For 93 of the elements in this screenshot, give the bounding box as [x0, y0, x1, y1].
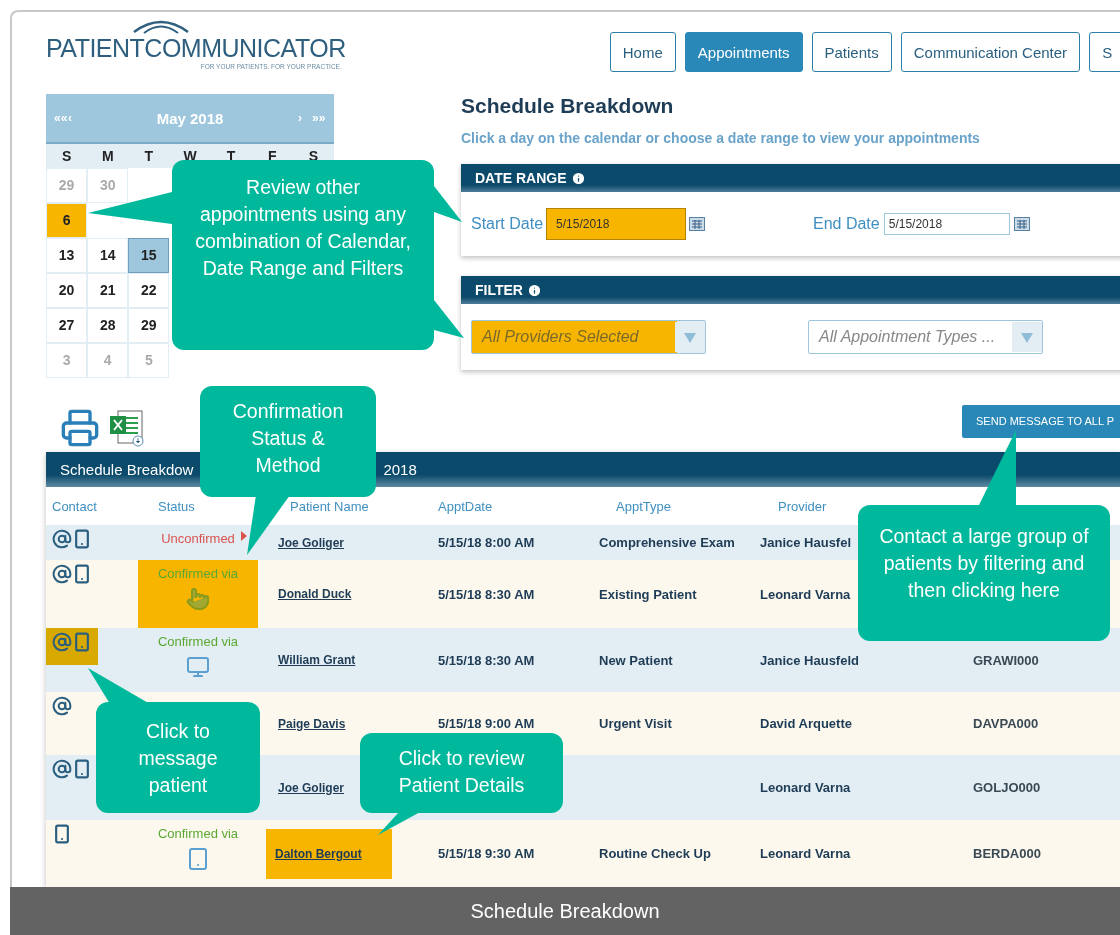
panel-title: FILTER: [475, 282, 523, 299]
callout-text: Click to review Patient Details: [397, 746, 526, 798]
table-cell-text: 5/15/18 8:30 AM: [437, 586, 536, 602]
phone-icon[interactable]: [72, 529, 92, 549]
calendar-icon[interactable]: [689, 217, 706, 232]
callout-text: Contact a large group of patients by filtering and then clicking here: [878, 524, 1090, 603]
table-cell-text: Janice Hausfeld: [759, 652, 860, 668]
calendar-day[interactable]: 15: [128, 238, 170, 274]
highlighted-contact-cell[interactable]: [46, 628, 98, 665]
email-icon[interactable]: [52, 696, 72, 716]
email-icon[interactable]: [52, 759, 72, 779]
table-cell: GRAWI000: [973, 652, 1039, 668]
calendar-icon[interactable]: [1013, 217, 1030, 232]
patient-name-link[interactable]: Dalton Bergout: [266, 828, 392, 879]
table-cell-text: Routine Check Up: [598, 846, 712, 861]
table-cell-text: Existing Patient: [598, 586, 698, 602]
weekday-label: S: [46, 144, 88, 169]
weekday-label: M: [87, 144, 129, 169]
patient-name-link[interactable]: Donald Duck: [266, 587, 352, 601]
calendar-day[interactable]: 20: [46, 273, 88, 309]
nav-button[interactable]: Home: [609, 32, 676, 72]
phone-icon[interactable]: [52, 824, 72, 844]
table-cell-text: Comprehensive Exam: [598, 535, 736, 550]
column-header[interactable]: ApptType: [616, 498, 671, 514]
nav-button[interactable]: S: [1089, 32, 1120, 72]
table-cell: GOLJO000: [973, 780, 1041, 795]
nav-button[interactable]: Patients: [811, 32, 892, 72]
monitor-icon: [186, 655, 210, 679]
calendar-month: May 2018: [155, 109, 225, 127]
caption-text: Schedule Breakdown: [470, 899, 660, 923]
calendar-day[interactable]: 14: [87, 238, 129, 274]
calendar-day[interactable]: 6: [46, 203, 88, 239]
calendar-day[interactable]: 27: [46, 308, 88, 344]
callout-text: Click to message patient: [137, 719, 219, 798]
calendar-day[interactable]: 13: [46, 238, 88, 274]
table-cell: DAVPA000: [973, 716, 1039, 731]
logo-wordmark: PATIENTCOMMUNICATOR: [46, 34, 346, 63]
table-cell-text: 5/15/18 9:30 AM: [437, 846, 536, 861]
phone-icon[interactable]: [72, 759, 92, 779]
table-cell-text: Leonard Varna: [759, 586, 852, 602]
phone-icon[interactable]: [72, 564, 92, 584]
page-heading: Schedule Breakdown: [461, 94, 675, 119]
table-cell-text: Leonard Varna: [759, 846, 852, 861]
page-subtitle: Click a day on the calendar or choose a date range to view your appointments: [461, 130, 981, 147]
column-header[interactable]: Patient Name: [290, 498, 369, 514]
table-cell-text: 5/15/18 8:00 AM: [437, 535, 536, 550]
patient-name-link[interactable]: William Grant: [266, 653, 356, 667]
tablet-icon: [186, 847, 210, 871]
status-text: Confirmed via: [157, 826, 239, 841]
field-label: Start Date: [471, 215, 544, 234]
table-cell-text: 5/15/18 8:30 AM: [437, 652, 536, 668]
callout-text: Confirmation Status & Method: [231, 399, 345, 478]
patient-name-link[interactable]: Paige Davis: [266, 716, 346, 731]
calendar-day[interactable]: 28: [87, 308, 129, 344]
excel-export-icon[interactable]: [108, 409, 146, 448]
email-icon[interactable]: [52, 564, 72, 584]
column-header[interactable]: Contact: [52, 498, 97, 514]
table-cell: BERDA000: [973, 846, 1041, 861]
patient-name-link[interactable]: Joe Goliger: [266, 780, 345, 795]
send-message-button[interactable]: SEND MESSAGE TO ALL P: [962, 404, 1120, 438]
column-header[interactable]: Status: [158, 498, 195, 514]
table-cell-text: Urgent Visit: [598, 716, 673, 731]
email-icon[interactable]: [52, 632, 72, 652]
phone-icon[interactable]: [72, 632, 92, 652]
hand-tap-icon: [186, 587, 210, 611]
column-header[interactable]: ApptDate: [438, 498, 493, 514]
table-cell-text: 5/15/18 9:00 AM: [437, 716, 536, 731]
dropdown-field[interactable]: All Appointment Types ...: [808, 320, 1043, 355]
status-text: Confirmed via: [157, 634, 239, 649]
table-cell-text: Leonard Varna: [759, 780, 852, 795]
printer-icon[interactable]: [60, 408, 100, 449]
nav-button[interactable]: Communication Center: [900, 32, 1081, 72]
info-icon[interactable]: [526, 282, 542, 298]
panel-title: DATE RANGE: [475, 170, 567, 187]
calendar-day[interactable]: 29: [128, 308, 170, 344]
email-icon[interactable]: [52, 529, 72, 549]
calendar-day[interactable]: 21: [87, 273, 129, 309]
table-cell-text: David Arquette: [759, 716, 853, 731]
info-icon[interactable]: [570, 170, 586, 186]
date-field[interactable]: 5/15/2018: [547, 209, 686, 240]
weekday-label: T: [128, 144, 170, 169]
column-header[interactable]: Provider: [778, 498, 827, 514]
field-label: End Date: [813, 215, 880, 234]
calendar-day[interactable]: 22: [128, 273, 170, 309]
table-cell-text: New Patient: [598, 652, 674, 668]
status-text: Confirmed via: [157, 566, 239, 581]
nav-button[interactable]: Appointments: [684, 32, 803, 72]
status-text: Unconfirmed: [161, 531, 235, 546]
patient-name-link[interactable]: Joe Goliger: [266, 535, 345, 550]
date-field[interactable]: 5/15/2018: [883, 213, 1010, 236]
table-title: Schedule Breakdow: [60, 461, 194, 478]
table-title: 2018: [383, 461, 417, 478]
callout-text: Review other appointments using any combination of Calendar, Date Range and Filters: [194, 175, 412, 281]
